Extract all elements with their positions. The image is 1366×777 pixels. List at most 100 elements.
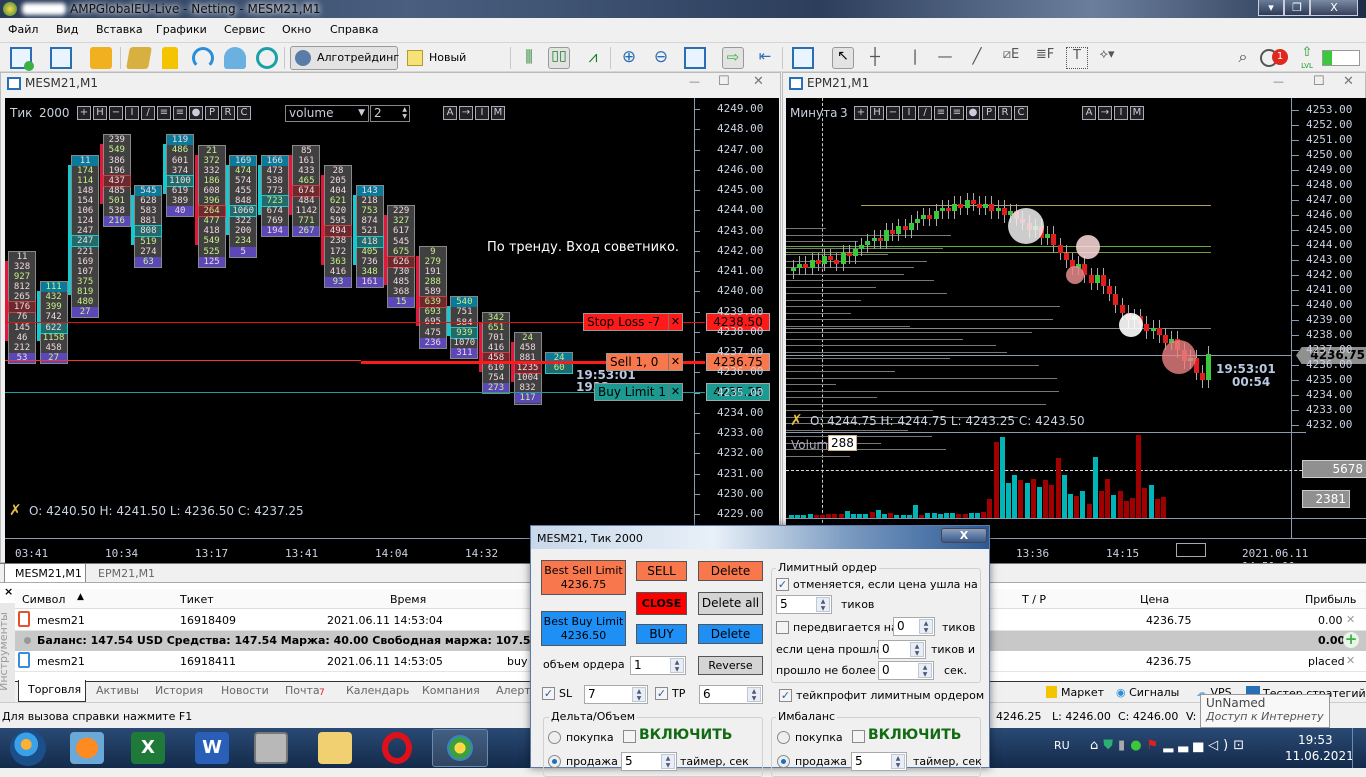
market-icon[interactable]: [162, 47, 178, 69]
chart-control-button[interactable]: →: [459, 106, 473, 120]
candlestick-icon[interactable]: ▯▯: [548, 47, 570, 69]
chart-control-button[interactable]: ●: [966, 106, 980, 120]
menu-help[interactable]: Справка: [330, 23, 378, 36]
close-icon[interactable]: ✕: [668, 314, 682, 330]
col-ticket[interactable]: Тикет: [180, 593, 214, 606]
signals-icon[interactable]: [192, 47, 214, 69]
buy-limit-tag[interactable]: Buy Limit 1 ✕: [594, 383, 683, 401]
add-icon[interactable]: +: [1343, 632, 1359, 648]
chart-control-button[interactable]: →: [1098, 106, 1112, 120]
signals-link[interactable]: ◉ Сигналы: [1116, 686, 1179, 699]
chart-control-button[interactable]: I: [902, 106, 916, 120]
window-maximize[interactable]: ☐: [1313, 74, 1325, 89]
delete-sell-button[interactable]: Delete: [698, 561, 763, 581]
crosshair-icon[interactable]: ┼: [864, 47, 886, 69]
new-chart-icon[interactable]: [10, 47, 34, 71]
window-close[interactable]: ✕: [1343, 74, 1354, 89]
tile-windows-icon[interactable]: [684, 47, 706, 69]
search-icon[interactable]: ⌕: [1232, 47, 1254, 69]
tab-assets[interactable]: Активы: [96, 684, 139, 697]
chart-control-button[interactable]: ≡: [950, 106, 964, 120]
col-symbol[interactable]: Символ: [22, 593, 65, 606]
profiles-icon[interactable]: [50, 47, 72, 69]
move-order-checkbox[interactable]: [776, 621, 789, 634]
bar-chart-icon[interactable]: ⫼: [518, 47, 540, 69]
dialog-close-button[interactable]: X: [941, 528, 987, 543]
order-volume-input[interactable]: 1 ▲ ▼: [630, 656, 686, 675]
restore-button[interactable]: ❐: [1284, 0, 1310, 16]
chart-control-button[interactable]: C: [237, 106, 251, 120]
chart-control-button[interactable]: −: [109, 106, 123, 120]
cancel-if-moved-checkbox[interactable]: ✓: [776, 578, 789, 591]
col-profit[interactable]: Прибыль: [1305, 593, 1356, 606]
chart-control-button[interactable]: A: [443, 106, 457, 120]
minimize-button[interactable]: ▾: [1258, 0, 1284, 16]
chart-control-button[interactable]: P: [982, 106, 996, 120]
chart-control-button[interactable]: R: [221, 106, 235, 120]
tp-checkbox[interactable]: ✓: [655, 687, 668, 700]
menu-file[interactable]: Файл: [8, 23, 38, 36]
chart-control-button[interactable]: −: [886, 106, 900, 120]
delta-sell-radio[interactable]: [548, 755, 561, 768]
new-order-button[interactable]: Новый ордер: [402, 46, 504, 86]
cancel-ticks-input[interactable]: 5 ▲ ▼: [776, 595, 832, 614]
chart-tab-epm21[interactable]: EPM21,M1: [98, 567, 155, 580]
calculator-icon[interactable]: [254, 732, 288, 764]
vertical-line-icon[interactable]: |: [904, 47, 926, 69]
sell-button[interactable]: SELL: [636, 561, 687, 581]
level-icon[interactable]: ⇧ LVL: [1296, 46, 1318, 70]
chart-shift-icon[interactable]: ⇤: [754, 47, 776, 69]
cursor-icon[interactable]: ↖: [832, 47, 854, 69]
reverse-button[interactable]: Reverse: [698, 656, 763, 675]
delta-enable-checkbox[interactable]: [623, 730, 636, 743]
indicator-select[interactable]: volume ▼: [285, 105, 369, 122]
templates-icon[interactable]: [792, 47, 814, 69]
menu-charts[interactable]: Графики: [156, 23, 207, 36]
chart-control-button[interactable]: M: [491, 106, 505, 120]
text-icon[interactable]: T: [1066, 47, 1088, 69]
col-price[interactable]: Цена: [1140, 593, 1169, 606]
stop-loss-tag[interactable]: Stop Loss -7 ✕: [583, 313, 683, 331]
window-maximize[interactable]: ☐: [718, 74, 730, 89]
sl-input[interactable]: 7 ▲ ▼: [584, 685, 648, 704]
candlestick-chart[interactable]: Минута 3 + H − I / ≡ ≡ ● P R C A → I M 19:53:01 00:54 …: [786, 98, 1366, 564]
tab-calendar[interactable]: Календарь: [346, 684, 409, 697]
menu-insert[interactable]: Вставка: [96, 23, 143, 36]
tp-limit-checkbox[interactable]: ✓: [779, 689, 792, 702]
zoom-in-icon[interactable]: ⊕: [618, 47, 640, 69]
scroll-box[interactable]: [1176, 543, 1206, 557]
vps-icon[interactable]: [224, 47, 246, 69]
chart-control-button[interactable]: A: [1082, 106, 1096, 120]
delete-all-button[interactable]: Delete all: [698, 592, 763, 615]
close-icon[interactable]: ✕: [668, 384, 682, 400]
menu-view[interactable]: Вид: [56, 23, 78, 36]
zoom-out-icon[interactable]: ⊖: [650, 47, 672, 69]
library-icon[interactable]: [126, 47, 152, 69]
chart-control-button[interactable]: H: [93, 106, 107, 120]
window-minimize[interactable]: —: [689, 75, 700, 88]
algotrading-button[interactable]: Алготрейдинг: [290, 46, 399, 70]
window-close[interactable]: ✕: [753, 74, 764, 89]
tp-input[interactable]: 6 ▲ ▼: [699, 685, 763, 704]
tab-company[interactable]: Компания: [422, 684, 480, 697]
tab-news[interactable]: Новости: [221, 684, 269, 697]
chart-control-button[interactable]: +: [77, 106, 91, 120]
buy-button[interactable]: BUY: [636, 624, 687, 644]
menu-tools[interactable]: Сервис: [224, 23, 265, 36]
chart-control-button[interactable]: R: [998, 106, 1012, 120]
delete-buy-button[interactable]: Delete: [698, 624, 763, 644]
chart-tab-mesm21[interactable]: MESM21,M1: [4, 564, 86, 583]
delete-order-icon[interactable]: ✕: [1346, 654, 1355, 667]
media-player-icon[interactable]: [70, 732, 104, 764]
chart-control-button[interactable]: /: [141, 106, 155, 120]
col-time[interactable]: Время: [390, 593, 426, 606]
chart-control-button[interactable]: H: [870, 106, 884, 120]
imbalance-timer-input[interactable]: 5 ▲ ▼: [851, 752, 907, 771]
tab-mail[interactable]: Почта: [285, 684, 320, 697]
close-button[interactable]: X: [1310, 0, 1358, 16]
chart-control-button[interactable]: I: [475, 106, 489, 120]
col-tp[interactable]: T / P: [1022, 593, 1046, 606]
sell-position-tag[interactable]: Sell 1, 0 ✕: [606, 353, 683, 371]
elliott-icon[interactable]: ⧄E: [1000, 47, 1022, 69]
fibonacci-icon[interactable]: ≣F: [1034, 47, 1056, 69]
